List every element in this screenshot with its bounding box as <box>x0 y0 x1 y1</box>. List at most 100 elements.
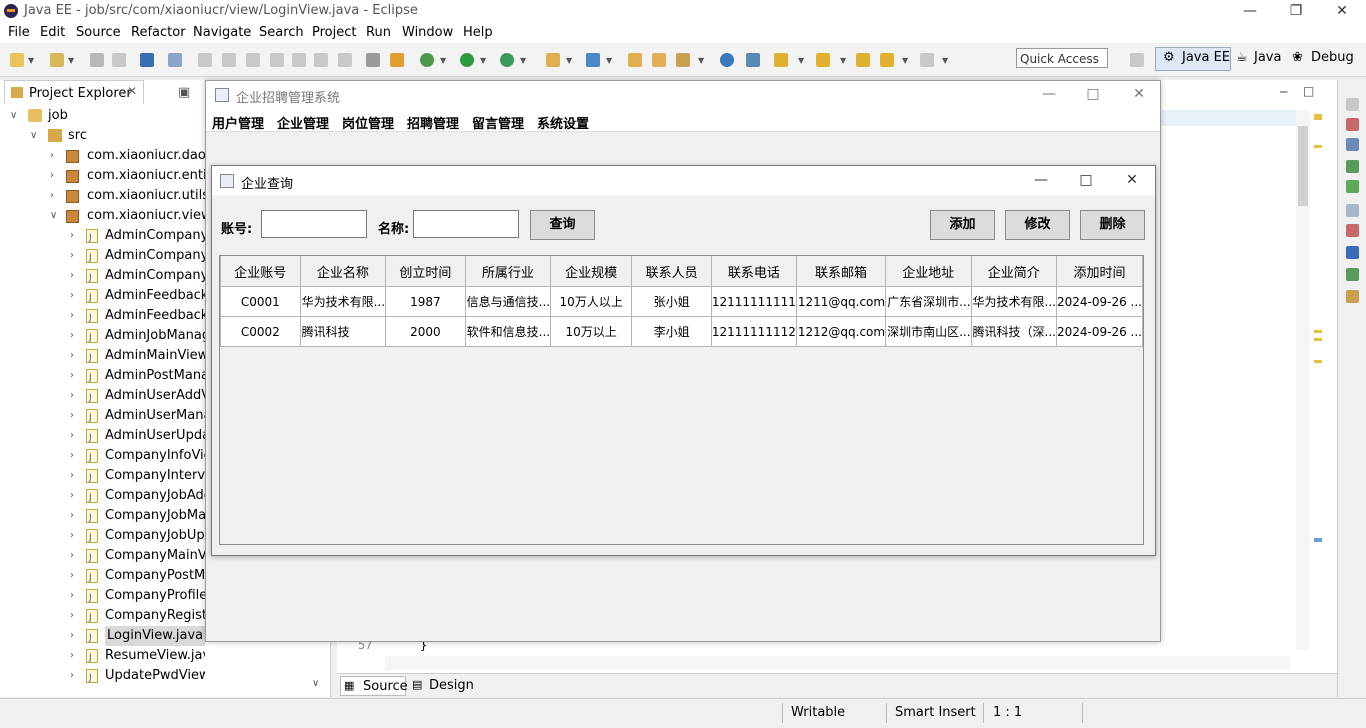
annotation-marker[interactable] <box>1314 330 1322 333</box>
menu-run[interactable]: Run <box>366 25 391 40</box>
perspective-debug[interactable]: Debug <box>1311 50 1354 65</box>
menu-search[interactable]: Search <box>259 25 304 40</box>
chevron-down-icon[interactable]: ▼ <box>798 56 804 65</box>
warning-marker-icon[interactable] <box>1314 114 1322 120</box>
table-cell[interactable]: 10万人以上 <box>550 286 633 317</box>
tree-java-file[interactable]: › CompanyJobMar <box>70 506 205 526</box>
table-cell[interactable]: 深圳市南山区... <box>885 316 972 347</box>
tree-java-file[interactable]: › AdminJobManag <box>70 326 205 346</box>
new-web-icon[interactable] <box>546 53 560 67</box>
chevron-down-icon[interactable]: ▼ <box>606 56 612 65</box>
chevron-right-icon[interactable]: › <box>70 666 74 686</box>
tree-java-file[interactable]: › CompanyIntervie <box>70 466 205 486</box>
chevron-right-icon[interactable]: › <box>70 446 74 466</box>
tab-design[interactable]: ▤ Design <box>409 676 474 696</box>
menu-source[interactable]: Source <box>76 25 121 40</box>
column-header[interactable]: 企业规模 <box>550 256 633 287</box>
table-row[interactable]: C0002 腾讯科技 2000 软件和信息技... 10万以上 李小姐 1211111111… <box>220 316 1144 347</box>
tree-java-file[interactable]: › ResumeView.java <box>70 646 205 666</box>
chevron-right-icon[interactable]: › <box>70 326 74 346</box>
annotation-marker[interactable] <box>1314 360 1322 363</box>
console-icon[interactable] <box>140 53 154 67</box>
scroll-down-icon[interactable]: ∨ <box>312 678 319 689</box>
table-cell[interactable]: C0001 <box>220 286 301 317</box>
table-cell[interactable]: 12111111111 <box>710 286 797 317</box>
last-edit-icon[interactable] <box>856 53 870 67</box>
edit-button[interactable]: 修改 <box>1005 210 1070 240</box>
back-icon[interactable] <box>880 53 894 67</box>
tree-java-file[interactable]: › AdminUserUpdat <box>70 426 205 446</box>
problems-icon[interactable] <box>1346 224 1359 237</box>
annotation-marker[interactable] <box>1314 145 1322 148</box>
open-folder-icon[interactable] <box>628 53 642 67</box>
tree-java-file[interactable]: › CompanyPostMa <box>70 566 205 586</box>
column-header[interactable]: 所属行业 <box>464 256 552 287</box>
next-annotation-icon[interactable] <box>774 53 788 67</box>
column-header[interactable]: 企业简介 <box>970 256 1057 287</box>
delete-button[interactable]: 删除 <box>1080 210 1145 240</box>
column-header[interactable]: 创立时间 <box>385 256 466 287</box>
server-icon[interactable] <box>390 53 404 67</box>
step-return-icon[interactable] <box>314 53 328 67</box>
menu-edit[interactable]: Edit <box>40 25 65 40</box>
prev-annotation-icon[interactable] <box>816 53 830 67</box>
table-cell[interactable]: 腾讯科技（深... <box>970 316 1057 347</box>
close-icon[interactable]: ✕ <box>127 84 137 98</box>
menu-navigate[interactable]: Navigate <box>193 25 251 40</box>
chevron-right-icon[interactable]: › <box>70 226 74 246</box>
menu-help[interactable]: Help <box>463 25 493 40</box>
new-icon[interactable] <box>10 53 24 67</box>
terminate-icon[interactable] <box>246 53 260 67</box>
menu-post-management[interactable]: 岗位管理 <box>342 113 394 132</box>
table-cell[interactable]: C0002 <box>220 316 301 347</box>
tab-source[interactable]: ▦ Source <box>340 676 408 696</box>
tree-java-file[interactable]: › CompanyRegiste <box>70 606 205 626</box>
table-cell[interactable]: 10万以上 <box>550 316 633 347</box>
chevron-right-icon[interactable]: › <box>50 166 54 186</box>
restore-view-icon[interactable] <box>1346 98 1359 111</box>
open-task-icon[interactable] <box>676 53 690 67</box>
menu-refactor[interactable]: Refactor <box>131 25 186 40</box>
chevron-down-icon[interactable]: ▼ <box>902 56 908 65</box>
chevron-down-icon[interactable]: ▼ <box>440 56 446 65</box>
chevron-right-icon[interactable]: › <box>70 366 74 386</box>
chevron-down-icon[interactable]: ▼ <box>68 56 74 65</box>
table-cell[interactable]: 1211@qq.com <box>795 286 887 317</box>
quick-access-input[interactable]: Quick Access <box>1016 48 1108 68</box>
chevron-down-icon[interactable]: ▼ <box>942 56 948 65</box>
table-cell[interactable]: 华为技术有限... <box>970 286 1057 317</box>
chevron-down-icon[interactable]: ∨ <box>30 126 37 146</box>
tree-java-file[interactable]: › CompanyMainVie <box>70 546 205 566</box>
save-icon[interactable] <box>90 53 104 67</box>
tree-java-file[interactable]: › AdminFeedbackM <box>70 286 205 306</box>
collapse-all-icon[interactable]: ▣ <box>178 85 190 100</box>
new-package-icon[interactable] <box>50 53 64 67</box>
chevron-down-icon[interactable]: ▼ <box>28 56 34 65</box>
table-cell[interactable]: 12111111112 <box>710 316 797 347</box>
close-icon[interactable]: ✕ <box>1319 0 1365 23</box>
forward-icon[interactable] <box>920 53 934 67</box>
table-cell[interactable]: 软件和信息技... <box>464 316 552 347</box>
chevron-right-icon[interactable]: › <box>70 526 74 546</box>
menu-message-management[interactable]: 留言管理 <box>472 113 524 132</box>
chevron-down-icon[interactable]: ▼ <box>520 56 526 65</box>
task-list-icon[interactable] <box>1346 118 1359 131</box>
chevron-right-icon[interactable]: › <box>70 486 74 506</box>
perspective-java[interactable]: Java <box>1254 50 1281 65</box>
run-icon[interactable] <box>460 53 474 67</box>
open-perspective-icon[interactable] <box>1130 53 1144 67</box>
minimize-icon[interactable]: — <box>1227 0 1273 23</box>
query-button[interactable]: 查询 <box>530 210 595 240</box>
tab-project-explorer[interactable]: Project Explorer ✕ <box>4 80 144 104</box>
editor-vscrollbar[interactable] <box>1296 110 1310 650</box>
menu-project[interactable]: Project <box>312 25 356 40</box>
chevron-down-icon[interactable]: ∨ <box>50 206 57 226</box>
table-cell[interactable]: 信息与通信技... <box>464 286 552 317</box>
skip-breakpoints-icon[interactable] <box>168 53 182 67</box>
menu-system-settings[interactable]: 系统设置 <box>537 113 589 132</box>
table-cell[interactable]: 腾讯科技 <box>299 316 387 347</box>
tree-java-file[interactable]: › AdminMainView.j <box>70 346 205 366</box>
tree-java-file[interactable]: › AdminUserAddVi <box>70 386 205 406</box>
restore-icon[interactable]: ❐ <box>1273 0 1319 23</box>
perspective-java-ee[interactable]: Java EE <box>1182 50 1230 65</box>
